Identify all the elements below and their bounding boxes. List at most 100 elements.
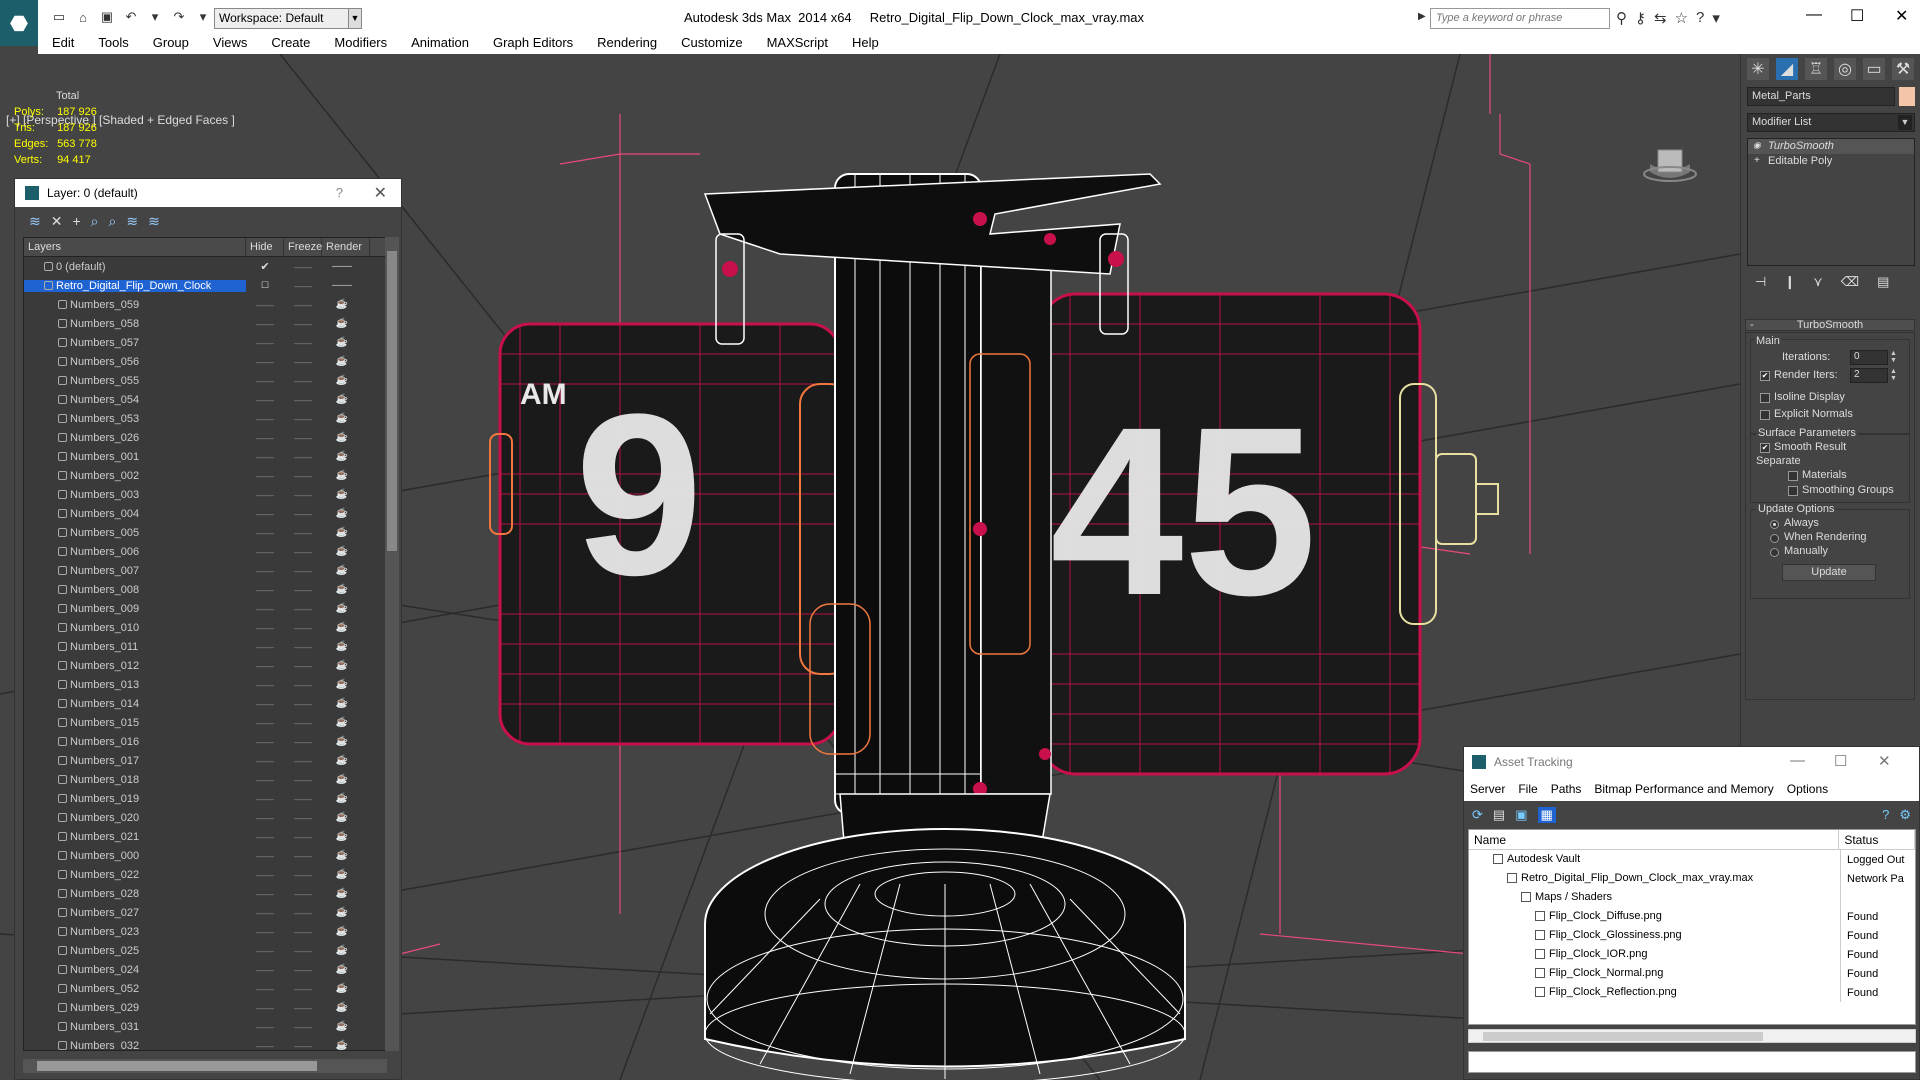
menu-options[interactable]: Options (1781, 782, 1835, 796)
save-icon[interactable]: ▣ (98, 8, 116, 26)
menu-customize[interactable]: Customize (667, 34, 752, 54)
column-status[interactable]: Status (1839, 830, 1915, 849)
maximize-icon[interactable]: ☐ (1834, 752, 1847, 770)
render-toggle-icon[interactable]: ☕ (322, 793, 362, 804)
freeze-toggle[interactable]: —— (284, 585, 322, 595)
freeze-toggle[interactable]: —— (284, 1041, 322, 1051)
render-toggle-icon[interactable]: ☕ (322, 565, 362, 576)
freeze-toggle[interactable]: —— (284, 984, 322, 994)
layer-object-row[interactable]: Numbers_053 —— —— ☕ (24, 409, 386, 428)
hide-toggle[interactable]: —— (246, 699, 284, 709)
layer-object-row[interactable]: Numbers_001 —— —— ☕ (24, 447, 386, 466)
spinner-arrows-icon[interactable]: ▲ ▼ (1890, 368, 1898, 383)
render-toggle-icon[interactable]: ☕ (322, 375, 362, 386)
scrollbar-thumb[interactable] (387, 251, 397, 551)
layer-row-selected[interactable]: Retro_Digital_Flip_Down_Clock ☐ —— —— (24, 276, 386, 295)
list-view-icon[interactable]: ▤ (1493, 807, 1505, 823)
hide-toggle[interactable]: —— (246, 433, 284, 443)
collapse-icon[interactable]: - (1750, 320, 1754, 331)
manually-radio[interactable] (1770, 548, 1779, 557)
freeze-toggle[interactable]: —— (284, 528, 322, 538)
asset-row[interactable]: Retro_Digital_Flip_Down_Clock_max_vray.m… (1469, 869, 1915, 888)
menu-bitmap-performance[interactable]: Bitmap Performance and Memory (1588, 782, 1780, 796)
undo-dropdown-icon[interactable]: ▾ (146, 8, 164, 26)
freeze-toggle[interactable]: —— (284, 414, 322, 424)
asset-horizontal-scrollbar[interactable] (1468, 1029, 1916, 1043)
asset-tracking-title-bar[interactable]: Asset Tracking — ☐ ✕ (1464, 747, 1919, 777)
current-layer-box-icon[interactable]: ☐ (246, 280, 284, 291)
layer-object-row[interactable]: Numbers_009 —— —— ☕ (24, 599, 386, 618)
layer-object-row[interactable]: Numbers_011 —— —— ☕ (24, 637, 386, 656)
stack-item-turbosmooth[interactable]: TurboSmooth (1748, 139, 1914, 154)
hide-toggle[interactable]: —— (246, 452, 284, 462)
help-dropdown-icon[interactable]: ▾ (1712, 9, 1720, 27)
render-toggle-icon[interactable]: ☕ (322, 869, 362, 880)
hide-toggle[interactable]: —— (246, 718, 284, 728)
render-toggle-icon[interactable]: ☕ (322, 337, 362, 348)
when-rendering-radio[interactable] (1770, 534, 1779, 543)
layer-object-row[interactable]: Numbers_000 —— —— ☕ (24, 846, 386, 865)
layer-object-row[interactable]: Numbers_022 —— —— ☕ (24, 865, 386, 884)
render-toggle-icon[interactable]: ☕ (322, 1021, 362, 1032)
freeze-toggle[interactable]: —— (284, 889, 322, 899)
active-layer-check-icon[interactable]: ✔ (246, 260, 284, 273)
column-layers[interactable]: Layers (24, 238, 246, 256)
freeze-toggle[interactable]: —— (284, 338, 322, 348)
hide-toggle[interactable]: —— (246, 832, 284, 842)
column-freeze[interactable]: Freeze (284, 238, 322, 256)
render-toggle-icon[interactable]: ☕ (322, 964, 362, 975)
render-toggle-icon[interactable]: ☕ (322, 584, 362, 595)
redo-dropdown-icon[interactable]: ▾ (194, 8, 212, 26)
render-toggle-icon[interactable]: ☕ (322, 983, 362, 994)
layer-name[interactable]: Retro_Digital_Flip_Down_Clock (24, 279, 246, 292)
freeze-toggle[interactable]: —— (284, 395, 322, 405)
help-icon[interactable]: ? (1882, 807, 1889, 823)
exchange-icon[interactable]: ⇆ (1654, 9, 1667, 27)
layer-object-row[interactable]: Numbers_026 —— —— ☕ (24, 428, 386, 447)
freeze-toggle[interactable]: —— (284, 452, 322, 462)
hide-toggle[interactable]: —— (246, 1003, 284, 1013)
freeze-toggle[interactable]: —— (284, 794, 322, 804)
freeze-toggle[interactable]: —— (284, 832, 322, 842)
always-radio[interactable] (1770, 520, 1779, 529)
menu-help[interactable]: Help (838, 34, 889, 54)
freeze-toggle[interactable]: —— (284, 870, 322, 880)
hide-toggle[interactable]: —— (246, 338, 284, 348)
layer-object-row[interactable]: Numbers_059 —— —— ☕ (24, 295, 386, 314)
freeze-toggle[interactable]: —— (284, 908, 322, 918)
render-toggle-icon[interactable]: ☕ (322, 850, 362, 861)
freeze-toggle[interactable]: —— (284, 547, 322, 557)
workspace-dropdown[interactable]: Workspace: Default (214, 8, 354, 29)
render-toggle-icon[interactable]: ☕ (322, 679, 362, 690)
render-toggle-icon[interactable]: —— (322, 261, 362, 272)
hide-toggle[interactable]: —— (246, 965, 284, 975)
new-file-icon[interactable]: ▭ (50, 8, 68, 26)
object-name-field[interactable]: Metal_Parts (1747, 87, 1895, 106)
create-layer-icon[interactable]: ≋ (29, 213, 41, 230)
menu-modifiers[interactable]: Modifiers (320, 34, 397, 54)
close-icon[interactable]: ✕ (374, 183, 387, 203)
asset-row[interactable]: Flip_Clock_IOR.png Found (1469, 945, 1915, 964)
freeze-toggle[interactable]: —— (284, 490, 322, 500)
undo-icon[interactable]: ↶ (122, 8, 140, 26)
asset-row[interactable]: Flip_Clock_Diffuse.png Found (1469, 907, 1915, 926)
layer-object-row[interactable]: Numbers_004 —— —— ☕ (24, 504, 386, 523)
freeze-toggle[interactable]: —— (284, 1022, 322, 1032)
layer-object-row[interactable]: Numbers_058 —— —— ☕ (24, 314, 386, 333)
render-toggle-icon[interactable]: ☕ (322, 641, 362, 652)
explicit-normals-checkbox[interactable] (1760, 410, 1770, 420)
layer-object-row[interactable]: Numbers_056 —— —— ☕ (24, 352, 386, 371)
freeze-toggle[interactable]: —— (284, 357, 322, 367)
layer-object-row[interactable]: Numbers_032 —— —— ☕ (24, 1036, 386, 1051)
isoline-display-checkbox[interactable] (1760, 393, 1770, 403)
hide-toggle[interactable]: —— (246, 737, 284, 747)
hide-toggle[interactable]: —— (246, 471, 284, 481)
freeze-toggle[interactable]: —— (284, 433, 322, 443)
asset-row[interactable]: Flip_Clock_Normal.png Found (1469, 964, 1915, 983)
close-icon[interactable]: ✕ (1878, 752, 1891, 770)
layer-object-row[interactable]: Numbers_019 —— —— ☕ (24, 789, 386, 808)
pin-stack-icon[interactable]: ⊣ (1755, 274, 1766, 290)
favorites-star-icon[interactable]: ☆ (1675, 9, 1688, 27)
column-name[interactable]: Name (1469, 830, 1840, 849)
render-toggle-icon[interactable]: ☕ (322, 660, 362, 671)
